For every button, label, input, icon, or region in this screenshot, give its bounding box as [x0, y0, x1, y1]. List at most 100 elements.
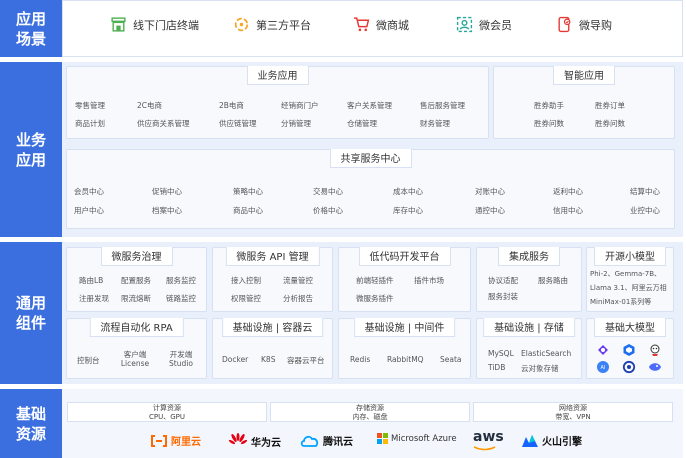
- model-logo-4-icon: AI: [597, 361, 609, 373]
- smart-item: 胜券助手: [534, 101, 564, 110]
- shared-item: 返利中心: [553, 187, 583, 196]
- scenario-label: 微会员: [479, 18, 512, 32]
- component-item: MySQL: [488, 349, 514, 358]
- integration-card: 集成服务 协议适配 服务路由 服务封装: [476, 247, 582, 312]
- component-item: 容器云平台: [287, 356, 325, 365]
- shared-item: 交易中心: [313, 187, 343, 196]
- vendor-label: 阿里云: [171, 437, 201, 448]
- layer-label-text: 基础 资源: [15, 404, 46, 443]
- component-item: Seata: [440, 355, 462, 364]
- microservice-governance-card: 微服务治理 路由LB 配置服务 服务监控 注册发现 限流熔断 链路监控: [66, 247, 207, 312]
- shared-item: 对账中心: [475, 187, 505, 196]
- business-item: 2B电商: [219, 101, 244, 110]
- component-item: 云对象存储: [521, 364, 559, 373]
- component-item: Docker: [222, 355, 249, 364]
- shared-item: 价格中心: [313, 206, 343, 215]
- model-logo-2-icon: [623, 344, 635, 356]
- scenario-guide: 微导购: [556, 16, 612, 33]
- business-item: 仓储管理: [347, 119, 377, 128]
- business-item: 客户关系管理: [347, 101, 392, 110]
- vendor-aliyun: 阿里云: [150, 433, 201, 448]
- component-item: 链路监控: [166, 294, 196, 303]
- shared-item: 策略中心: [233, 187, 263, 196]
- model-logo-5-icon: [622, 360, 636, 374]
- vendor-aws: aws: [473, 429, 504, 451]
- component-item: 限流熔断: [121, 294, 151, 303]
- business-item: 分销管理: [281, 119, 311, 128]
- component-item: 微服务插件: [356, 294, 394, 303]
- component-item: Llama 3.1、阿里云万相: [590, 284, 667, 292]
- component-item: Redis: [350, 355, 371, 364]
- shared-item: 成本中心: [393, 187, 423, 196]
- component-item: 路由LB: [79, 276, 104, 285]
- model-logo-3-icon: [650, 344, 660, 356]
- scenario-mall: 微商城: [353, 16, 409, 33]
- component-item: 权限管控: [231, 294, 261, 303]
- card-title: 共享服务中心: [329, 149, 412, 168]
- scenario-third-party: 第三方平台: [233, 16, 311, 33]
- layer-label-infra: 基础 资源: [0, 389, 62, 458]
- shared-item: 会员中心: [74, 187, 104, 196]
- component-item: 服务路由: [538, 276, 568, 285]
- huawei-logo-icon: [228, 433, 248, 445]
- business-item: 售后服务管理: [420, 101, 465, 110]
- guide-icon: [558, 16, 571, 33]
- shared-item: 档案中心: [152, 206, 182, 215]
- foundation-model-card: 基础大模型 AI: [586, 318, 674, 379]
- resource-title: 网络资源: [559, 404, 587, 412]
- vendor-huawei: 华为云: [228, 433, 281, 449]
- shared-item: 促销中心: [152, 187, 182, 196]
- resource-detail: 带宽、VPN: [555, 413, 591, 421]
- layer-label-common: 通用 组件: [0, 242, 62, 384]
- shared-item: 信用中心: [553, 206, 583, 215]
- api-management-card: 微服务 API 管理 接入控制 流量管控 权限管控 分析报告: [212, 247, 333, 312]
- component-item: 前端轻插件: [356, 276, 394, 285]
- compute-resource-box: 计算资源 CPU、GPU: [67, 402, 267, 422]
- vendor-volcano: 火山引擎: [521, 433, 582, 448]
- storage-resource-box: 存储资源 内存、磁盘: [270, 402, 470, 422]
- resource-detail: 内存、磁盘: [352, 413, 388, 421]
- smart-app-card: 智能应用 胜券助手 胜券订单 胜券问数 胜券问数: [493, 66, 675, 139]
- shared-item: 通控中心: [475, 206, 505, 215]
- business-app-card: 业务应用 零售管理 2C电商 2B电商 经销商门户 客户关系管理 售后服务管理 …: [66, 66, 489, 139]
- layer-label-scenarios: 应用 场景: [0, 0, 62, 57]
- card-title: 基础大模型: [594, 318, 666, 337]
- card-title: 基础设施 | 存储: [483, 318, 575, 337]
- card-title: 基础设施 | 容器云: [221, 318, 324, 337]
- store-icon: [111, 17, 126, 32]
- small-model-card: 开源小模型 Phi-2、Gemma-7B、 Llama 3.1、阿里云万相 Mi…: [586, 247, 674, 312]
- card-title: 开源小模型: [594, 247, 666, 266]
- business-item: 商品计划: [75, 119, 105, 128]
- vendor-label: aws: [473, 429, 504, 445]
- scenario-label: 微导购: [579, 18, 612, 32]
- component-item: K8S: [261, 355, 276, 364]
- component-item: RabbitMQ: [387, 355, 424, 364]
- microsoft-logo-icon: [377, 433, 388, 444]
- vendor-label: Microsoft Azure: [391, 433, 457, 444]
- component-item: 服务封装: [488, 292, 518, 301]
- vendor-label: 腾讯云: [323, 437, 353, 448]
- card-title: 微服务治理: [100, 247, 173, 266]
- svg-text:AI: AI: [601, 365, 606, 371]
- resource-title: 计算资源: [153, 404, 181, 412]
- aliyun-logo-icon: [151, 434, 167, 447]
- middleware-card: 基础设施 | 中间件 Redis RabbitMQ Seata: [338, 318, 471, 379]
- component-item: ElasticSearch: [521, 349, 572, 358]
- resource-title: 存储资源: [356, 404, 384, 412]
- component-item: 注册发现: [79, 294, 109, 303]
- network-resource-box: 网络资源 带宽、VPN: [473, 402, 673, 422]
- cart-icon: [354, 17, 370, 32]
- card-title: 集成服务: [498, 247, 560, 266]
- scenario-label: 线下门店终端: [133, 18, 199, 32]
- component-item: 客户端 License: [120, 350, 150, 368]
- smart-item: 胜券问数: [595, 119, 625, 128]
- component-item: 服务监控: [166, 276, 196, 285]
- model-logo-1-icon: [598, 345, 608, 355]
- card-title: 业务应用: [246, 66, 309, 85]
- rpa-card: 流程自动化 RPA 控制台 客户端 License 开发端 Studio: [66, 318, 207, 379]
- component-item: 插件市场: [414, 276, 444, 285]
- storage-card: 基础设施 | 存储 MySQL ElasticSearch TiDB 云对象存储: [476, 318, 582, 379]
- business-item: 供应链管理: [219, 119, 257, 128]
- business-item: 零售管理: [75, 101, 105, 110]
- scenario-label: 第三方平台: [256, 18, 311, 32]
